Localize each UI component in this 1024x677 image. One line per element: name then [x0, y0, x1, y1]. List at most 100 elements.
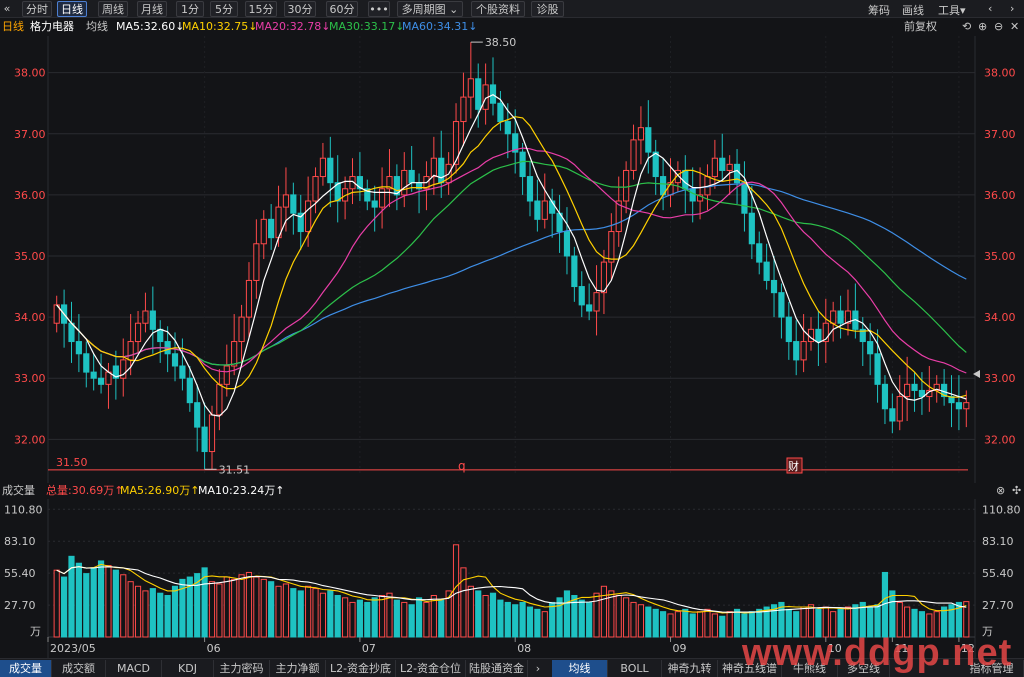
- price-tick-label: 37.00: [14, 128, 46, 141]
- candle-body: [83, 353, 90, 373]
- tab-northbound[interactable]: 陆股通资金: [466, 660, 528, 677]
- tab-main-net[interactable]: 主力净额: [270, 660, 326, 677]
- volume-bar: [290, 588, 297, 638]
- tab-l2-position[interactable]: L2-资金仓位: [396, 660, 466, 677]
- volume-bar: [556, 597, 563, 638]
- candle-body: [186, 377, 193, 404]
- candle-body: [756, 243, 763, 263]
- refresh-icon[interactable]: ⟲: [962, 19, 971, 35]
- tab-l2-bottom[interactable]: L2-资金抄底: [326, 660, 396, 677]
- ma5-line: [56, 94, 967, 417]
- multi-period-dropdown[interactable]: 多周期图 ⌄: [397, 1, 463, 17]
- volume-bar: [231, 578, 238, 638]
- close-icon[interactable]: ✕: [1010, 19, 1019, 35]
- date-label: 2023/05: [50, 642, 96, 655]
- volume-bar: [696, 611, 704, 638]
- volume-bar: [593, 592, 600, 638]
- high-marker-label: 38.50: [485, 36, 517, 49]
- period-tab-5min[interactable]: 5分: [210, 1, 238, 17]
- volume-bar: [704, 608, 711, 638]
- volume-bar: [164, 595, 171, 638]
- close-panel-icon[interactable]: ⊗: [996, 483, 1005, 499]
- volume-bar: [305, 585, 312, 638]
- volume-bar: [105, 565, 112, 638]
- period-tab-60min[interactable]: 60分: [326, 1, 358, 17]
- adjust-dropdown[interactable]: 前复权: [904, 19, 937, 35]
- more-icon[interactable]: •••: [368, 1, 390, 17]
- volume-bar: [415, 597, 423, 638]
- diagnose-button[interactable]: 诊股: [531, 1, 564, 17]
- volume-bar: [349, 601, 356, 638]
- period-label: 日线: [2, 20, 24, 33]
- chevron-right-icon[interactable]: ›: [528, 660, 548, 677]
- candle-body: [68, 322, 75, 343]
- candle-body: [460, 96, 467, 123]
- volume-bar: [312, 588, 319, 638]
- date-label: 08: [517, 642, 531, 655]
- zoom-in-icon[interactable]: ⊕: [978, 19, 987, 35]
- volume-bar: [268, 581, 275, 638]
- vol-ma5-line: [56, 563, 967, 614]
- period-tab-daily[interactable]: 日线: [57, 1, 87, 17]
- tab-volume[interactable]: 成交量: [0, 660, 52, 677]
- candle-body: [142, 310, 149, 324]
- next-arrow-icon[interactable]: ›: [1010, 2, 1014, 15]
- candle-body: [97, 377, 105, 385]
- date-label: 09: [672, 642, 686, 655]
- volume-bar: [401, 601, 408, 638]
- ma60-line: [56, 183, 967, 366]
- candle-body: [778, 292, 785, 318]
- tab-ma[interactable]: 均线: [552, 660, 608, 677]
- price-tick-label: 33.00: [14, 372, 46, 385]
- volume-bar: [149, 588, 156, 638]
- chips-button[interactable]: 筹码: [868, 2, 890, 18]
- volume-bar: [53, 569, 60, 638]
- volume-bar: [652, 608, 659, 638]
- volume-bar: [726, 611, 733, 638]
- candle-body: [290, 194, 297, 214]
- tab-boll[interactable]: BOLL: [608, 660, 662, 677]
- volume-bar: [245, 571, 253, 638]
- vol-tick-label-right: 83.10: [982, 535, 1014, 548]
- avg-label[interactable]: 均线: [86, 19, 108, 35]
- prev-arrow-icon[interactable]: ‹: [988, 2, 992, 15]
- settings-icon[interactable]: ✣: [1012, 483, 1021, 499]
- price-chart[interactable]: 38.00 38.00 37.00 37.00 36.00 36.00 35.00 35.00…: [0, 36, 1024, 483]
- period-tab-30min[interactable]: 30分: [284, 1, 316, 17]
- period-tab-15min[interactable]: 15分: [245, 1, 277, 17]
- price-tick-label: 36.00: [14, 189, 46, 202]
- period-tab-monthly[interactable]: 月线: [137, 1, 167, 17]
- candle-body: [127, 341, 134, 361]
- candle-body: [637, 127, 645, 141]
- candle-body: [75, 341, 82, 355]
- ma30-value: MA30:33.17↓: [329, 20, 405, 33]
- volume-bar: [83, 573, 90, 638]
- draw-line-button[interactable]: 画线: [902, 2, 924, 18]
- collapse-icon[interactable]: «: [0, 1, 14, 17]
- price-tick-label-right: 33.00: [984, 372, 1016, 385]
- volume-bar: [319, 592, 327, 638]
- tab-macd[interactable]: MACD: [106, 660, 162, 677]
- volume-title: 成交量: [2, 484, 35, 497]
- volume-bar: [342, 597, 349, 638]
- period-tab-1min[interactable]: 1分: [176, 1, 204, 17]
- vol-tick-label: 83.10: [4, 535, 36, 548]
- volume-ma10: MA10:23.24万↑: [198, 484, 285, 497]
- volume-bar: [660, 611, 667, 638]
- tools-dropdown[interactable]: 工具▾: [938, 2, 966, 18]
- tab-magic-nine[interactable]: 神奇九转: [662, 660, 718, 677]
- volume-bar: [120, 574, 127, 638]
- volume-legend-bar: 成交量 总量:30.69万↑ MA5:26.90万↑ MA10:23.24万↑ …: [0, 483, 1024, 499]
- stock-info-button[interactable]: 个股资料: [471, 1, 525, 17]
- candle-body: [541, 200, 548, 220]
- zoom-out-icon[interactable]: ⊖: [994, 19, 1003, 35]
- period-tab-intraday[interactable]: 分时: [22, 1, 52, 17]
- volume-bar: [238, 574, 245, 638]
- tab-main-force-code[interactable]: 主力密码: [214, 660, 270, 677]
- volume-bar: [452, 544, 460, 638]
- period-tab-weekly[interactable]: 周线: [98, 1, 128, 17]
- tab-kdj[interactable]: KDJ: [162, 660, 214, 677]
- candle-body: [623, 169, 630, 202]
- candle-body: [260, 218, 267, 245]
- tab-turnover[interactable]: 成交额: [52, 660, 106, 677]
